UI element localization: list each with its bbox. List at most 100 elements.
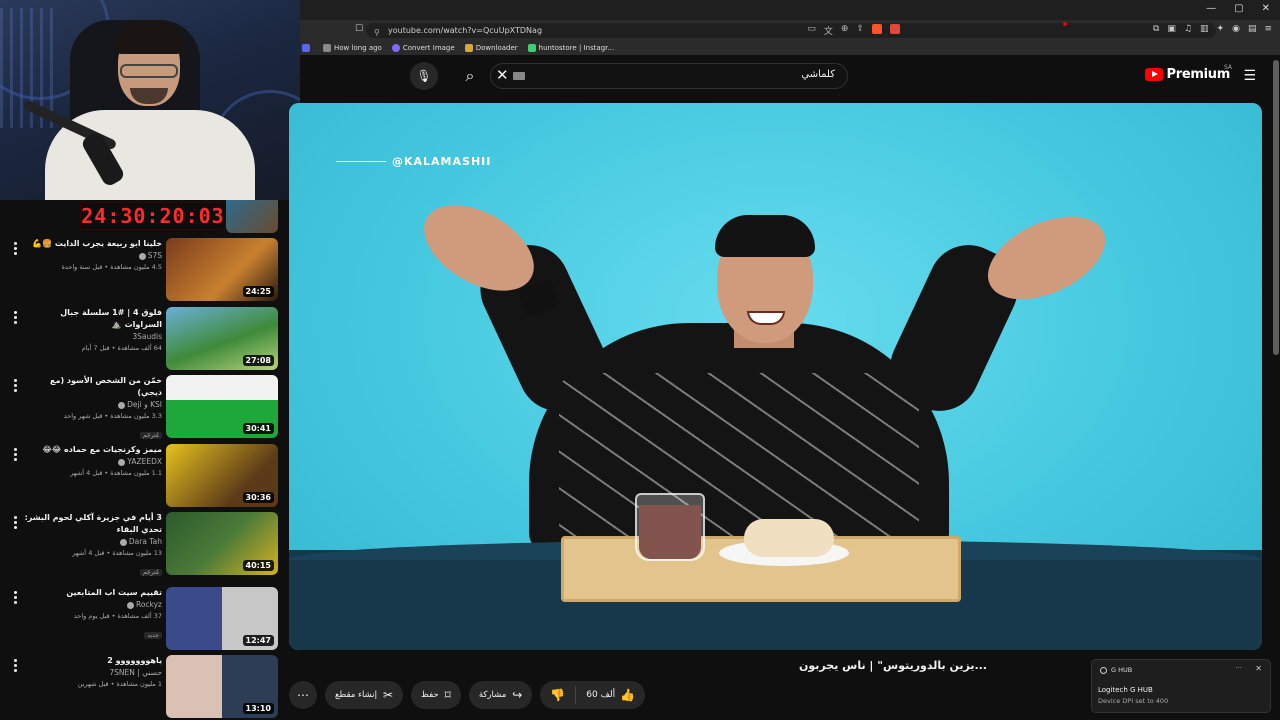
list-item[interactable]: ميمز وكرنجيات مع حماده 😂😂 YAZEEDX 1.1 مل…	[0, 444, 280, 510]
install-app-icon[interactable]: ▭	[807, 24, 816, 37]
window-controls: — ▢ ✕	[1206, 3, 1270, 14]
list-item[interactable]: 3 أيام في جزيرة آكلي لحوم البشر: تحدي ال…	[0, 512, 280, 578]
list-item[interactable]: خمّن من الشخص الأسود (مع ديجي) KSI و Dej…	[0, 375, 280, 441]
thumbs-up-icon: 👍	[620, 688, 636, 702]
duration-badge: 27:08	[242, 355, 274, 366]
channel-name[interactable]: S7S	[24, 250, 162, 262]
brave-menu-icon[interactable]: ≡	[1264, 24, 1272, 34]
video-title[interactable]: خلينا ابو ربيعة يجرب الدايت 🍔💪	[24, 238, 162, 250]
more-actions-button[interactable]: ⋯	[289, 681, 317, 709]
person-hair	[715, 215, 815, 257]
page-scrollbar[interactable]	[1273, 60, 1279, 355]
more-options-icon[interactable]: ···	[1235, 664, 1242, 672]
bookmark-icon: ⌑	[444, 688, 451, 702]
minimize-button[interactable]: —	[1206, 3, 1216, 14]
vpn-icon[interactable]: ◉	[1232, 24, 1240, 34]
list-item[interactable]: تقييم سيت اب المتابعين Rockyz 37 ألف مشا…	[0, 587, 280, 653]
youtube-logo[interactable]: Premium	[1144, 67, 1230, 82]
wallet-icon[interactable]: ▤	[1248, 24, 1257, 34]
share-page-icon[interactable]: ⇪	[856, 24, 864, 37]
bookmark-star-icon[interactable]: ☐	[355, 24, 363, 34]
channel-name[interactable]: Rockyz	[24, 599, 162, 611]
extensions-icon[interactable]: ✦	[1217, 24, 1225, 34]
more-options-icon[interactable]	[10, 516, 20, 531]
bookmark-item[interactable]: Downloader	[464, 43, 518, 52]
video-title[interactable]: 3 أيام في جزيرة آكلي لحوم البشر: تحدي ال…	[24, 512, 162, 536]
channel-name[interactable]: YAZEEDX	[24, 456, 162, 468]
video-title[interactable]: خمّن من الشخص الأسود (مع ديجي)	[24, 375, 162, 399]
music-icon[interactable]: ♫	[1184, 24, 1192, 34]
dislike-button[interactable]: 👎	[540, 688, 575, 702]
url-field[interactable]: ⚲ youtube.com/watch?v=QcuUpXTDNag	[366, 23, 1216, 38]
address-bar-row: ☐ ⚲ youtube.com/watch?v=QcuUpXTDNag ▭ 文 …	[300, 20, 1280, 40]
like-dislike-group: 👎 60 ألف 👍	[540, 681, 646, 709]
clip-button[interactable]: إنشاء مقطع ✂	[325, 681, 404, 709]
sidebar-icon[interactable]: ▥	[1200, 24, 1209, 34]
close-window-button[interactable]: ✕	[1262, 3, 1270, 14]
video-info: فلوق 4 | #1 سلسلة جبال السراوات ⛰️ 3Saud…	[24, 307, 162, 354]
close-icon[interactable]: ✕	[1255, 664, 1262, 673]
list-item[interactable]: خلينا ابو ربيعة يجرب الدايت 🍔💪 S7S 4.5 م…	[0, 238, 280, 304]
save-button[interactable]: حفظ ⌑	[411, 681, 461, 709]
bookmark-item[interactable]: Convert Image	[391, 43, 455, 52]
thumbs-down-icon: 👎	[550, 688, 566, 702]
channel-name[interactable]: Dara Tah	[24, 536, 162, 548]
bookmark-item[interactable]	[302, 43, 313, 52]
site-info-icon[interactable]: ⚲	[374, 25, 380, 40]
video-title[interactable]: ميمز وكرنجيات مع حماده 😂😂	[24, 444, 162, 456]
video-info: 3 أيام في جزيرة آكلي لحوم البشر: تحدي ال…	[24, 512, 162, 578]
video-thumbnail[interactable]: 12:47	[166, 587, 278, 650]
more-options-icon[interactable]	[10, 448, 20, 463]
brave-shields-icon[interactable]	[872, 24, 882, 34]
video-title[interactable]: فلوق 4 | #1 سلسلة جبال السراوات ⛰️	[24, 307, 162, 331]
maximize-button[interactable]: ▢	[1234, 3, 1243, 14]
video-info: تقييم سيت اب المتابعين Rockyz 37 ألف مشا…	[24, 587, 162, 641]
share-button[interactable]: مشاركة ↪	[468, 681, 533, 709]
convert-icon	[391, 43, 400, 52]
channel-name[interactable]: 3Saudis	[24, 331, 162, 343]
more-options-icon[interactable]	[10, 311, 20, 326]
more-options-icon[interactable]	[10, 591, 20, 606]
video-title[interactable]: ياهووووووو 2	[24, 655, 162, 667]
search-button[interactable]: ⌕	[455, 61, 485, 91]
extension-icon[interactable]: ⧉	[1153, 24, 1159, 34]
extension-icon[interactable]: ▣	[1167, 24, 1176, 34]
voice-search-button[interactable]: 🎙	[410, 62, 438, 90]
channel-name[interactable]: حسني | 7SNEN	[24, 667, 162, 679]
video-info: خلينا ابو ربيعة يجرب الدايت 🍔💪 S7S 4.5 م…	[24, 238, 162, 273]
video-title[interactable]: تقييم سيت اب المتابعين	[24, 587, 162, 599]
more-options-icon[interactable]	[10, 242, 20, 257]
zoom-icon[interactable]: ⊕	[841, 24, 849, 37]
toast-title: Logitech G HUB	[1098, 686, 1153, 694]
video-meta: 37 ألف مشاهدة • قبل يوم واحد	[73, 612, 162, 620]
video-thumbnail[interactable]: 30:41	[166, 375, 278, 438]
country-code: SA	[1223, 64, 1232, 71]
brave-rewards-icon[interactable]	[890, 24, 900, 34]
list-item[interactable]: ياهووووووو 2 حسني | 7SNEN 1 مليون مشاهدة…	[0, 655, 280, 720]
like-button[interactable]: 60 ألف 👍	[576, 688, 645, 702]
video-thumbnail[interactable]: 30:36	[166, 444, 278, 507]
clear-search-icon[interactable]: ✕	[496, 66, 509, 84]
bookmark-item[interactable]: huntostore | Instagr...	[527, 43, 614, 52]
video-thumbnail[interactable]: 13:10	[166, 655, 278, 718]
video-player[interactable]: @KALAMASHII	[289, 103, 1262, 650]
menu-icon[interactable]: ☰	[1243, 68, 1256, 84]
more-options-icon[interactable]	[10, 379, 20, 394]
partial-thumbnail[interactable]	[226, 200, 278, 233]
search-input[interactable]: ✕ كلماشي	[490, 63, 848, 89]
channel-watermark: @KALAMASHII	[336, 155, 491, 168]
more-options-icon[interactable]	[10, 659, 20, 674]
translate-icon[interactable]: 文	[824, 24, 833, 37]
channel-name[interactable]: KSI و Deji	[24, 399, 162, 411]
sweater-pattern	[559, 373, 919, 543]
duration-badge: 30:41	[242, 423, 274, 434]
keyboard-icon[interactable]	[513, 72, 525, 80]
list-item[interactable]: فلوق 4 | #1 سلسلة جبال السراوات ⛰️ 3Saud…	[0, 307, 280, 373]
bookmark-item[interactable]: How long ago	[323, 43, 382, 52]
video-thumbnail[interactable]: 40:15	[166, 512, 278, 575]
instagram-icon	[527, 43, 536, 52]
video-thumbnail[interactable]: 24:25	[166, 238, 278, 301]
glasses	[120, 64, 178, 78]
notification-toast[interactable]: G HUB ··· ✕ Logitech G HUB Device DPI se…	[1091, 659, 1271, 713]
video-thumbnail[interactable]: 27:08	[166, 307, 278, 370]
